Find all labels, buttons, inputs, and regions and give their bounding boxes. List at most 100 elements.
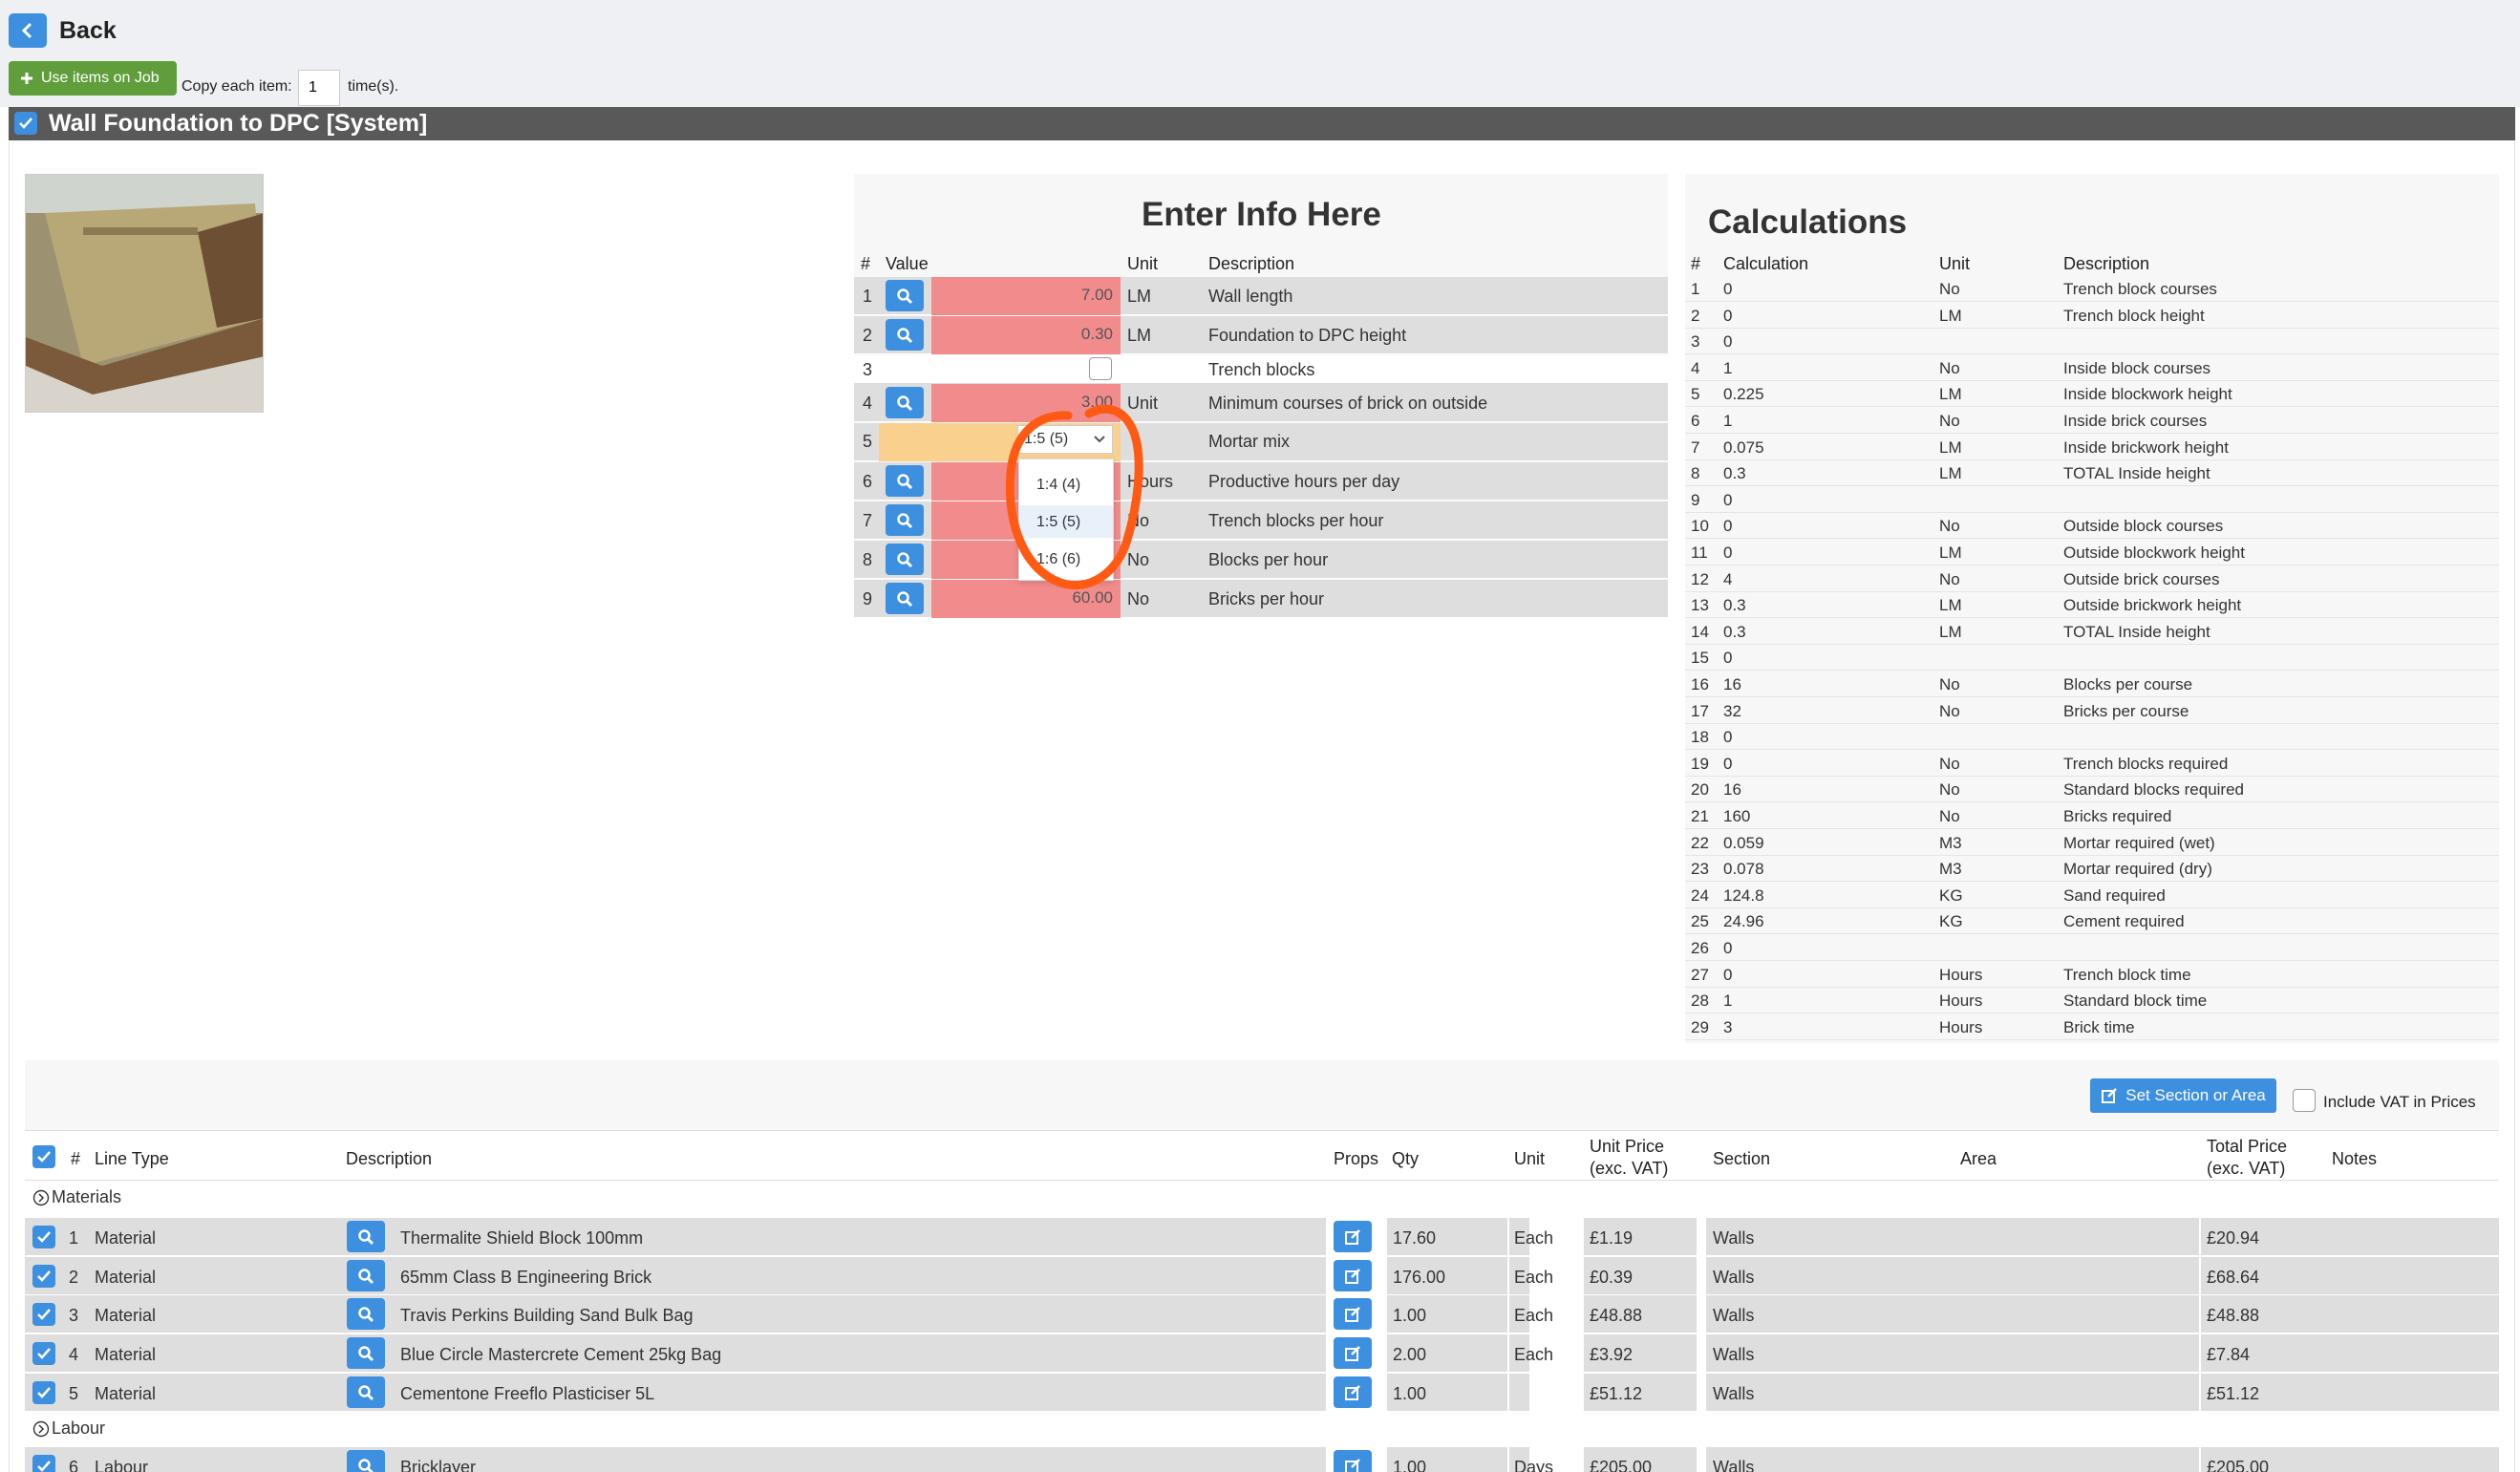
line-section[interactable]: Walls (1713, 1345, 1754, 1365)
line-total-price: £48.88 (2207, 1306, 2260, 1325)
line-checkbox[interactable] (32, 1455, 55, 1472)
line-qty[interactable]: 1.00 (1393, 1458, 1426, 1472)
line-unit-price[interactable]: £3.92 (1590, 1345, 1633, 1365)
edit-icon (1345, 1384, 1360, 1400)
line-unit-price[interactable]: £0.39 (1590, 1268, 1633, 1288)
line-description[interactable]: Thermalite Shield Block 100mm (400, 1228, 643, 1248)
info-search-button-8[interactable] (886, 544, 924, 575)
line-search-button[interactable] (347, 1260, 385, 1291)
calc-description: Standard blocks required (2063, 780, 2245, 799)
line-props-button[interactable] (1334, 1376, 1372, 1408)
row-bg-section (1706, 1374, 2210, 1411)
calc-description: Mortar required (dry) (2063, 860, 2212, 878)
line-search-button[interactable] (347, 1221, 385, 1252)
row-separator (1507, 1334, 1509, 1372)
line-section[interactable]: Walls (1713, 1306, 1754, 1326)
info-search-button-6[interactable] (886, 465, 924, 497)
line-props-button[interactable] (1334, 1298, 1372, 1330)
line-search-button[interactable] (347, 1298, 385, 1330)
row-bg-left (25, 1374, 1326, 1411)
line-description[interactable]: Bricklayer (400, 1458, 476, 1472)
calc-num: 9 (1691, 491, 1700, 509)
line-section[interactable]: Walls (1713, 1268, 1754, 1288)
labour-group-toggle[interactable]: Labour (32, 1419, 105, 1439)
info-desc-9: Bricks per hour (1208, 589, 1325, 608)
edit-icon (1345, 1268, 1360, 1284)
copy-count-input[interactable] (298, 70, 340, 106)
line-qty[interactable]: 1.00 (1393, 1306, 1426, 1326)
line-search-button[interactable] (347, 1450, 385, 1472)
row-separator (1704, 1257, 1706, 1294)
line-unit-price[interactable]: £51.12 (1590, 1384, 1642, 1404)
search-icon (358, 1345, 374, 1361)
calc-num: 29 (1691, 1018, 1709, 1036)
line-checkbox[interactable] (32, 1381, 55, 1404)
enter-info-title: Enter Info Here (1142, 196, 1381, 233)
info-search-button-9[interactable] (886, 583, 924, 614)
line-unit-price[interactable]: £205.00 (1590, 1458, 1652, 1472)
info-search-button-2[interactable] (886, 319, 924, 351)
calc-value: 160 (1723, 807, 1751, 825)
use-items-on-job-button[interactable]: Use items on Job (9, 61, 177, 96)
line-checkbox[interactable] (32, 1265, 55, 1288)
calc-value: 0 (1723, 307, 1733, 325)
line-props-button[interactable] (1334, 1450, 1372, 1472)
calc-description: Inside brickwork height (2063, 438, 2229, 457)
line-qty[interactable]: 2.00 (1393, 1345, 1426, 1365)
line-description[interactable]: Cementone Freeflo Plasticiser 5L (400, 1384, 654, 1404)
line-props-button[interactable] (1334, 1221, 1372, 1252)
calc-description: Inside blockwork height (2063, 385, 2232, 403)
trench-blocks-checkbox[interactable] (1089, 357, 1112, 380)
back-label[interactable]: Back (59, 17, 117, 45)
line-description[interactable]: Blue Circle Mastercrete Cement 25kg Bag (400, 1345, 721, 1365)
line-section[interactable]: Walls (1713, 1458, 1754, 1472)
line-checkbox[interactable] (32, 1342, 55, 1365)
calc-unit: No (1939, 570, 1960, 588)
line-unit-price[interactable]: £48.88 (1590, 1306, 1642, 1326)
line-description[interactable]: Travis Perkins Building Sand Bulk Bag (400, 1306, 693, 1326)
line-search-button[interactable] (347, 1337, 385, 1369)
calc-num: 20 (1691, 780, 1709, 799)
line-checkbox[interactable] (32, 1226, 55, 1248)
line-props-button[interactable] (1334, 1260, 1372, 1291)
line-props-button[interactable] (1334, 1337, 1372, 1369)
info-value-1[interactable]: 7.00 (931, 277, 1121, 315)
materials-group-toggle[interactable]: Materials (32, 1187, 121, 1207)
info-desc-1: Wall length (1208, 287, 1293, 306)
line-checkbox[interactable] (32, 1303, 55, 1326)
row-bg-section (1706, 1218, 2210, 1255)
include-vat-checkbox[interactable] (2293, 1089, 2316, 1112)
search-icon (358, 1458, 374, 1472)
line-section[interactable]: Walls (1713, 1384, 1754, 1404)
section-checkbox[interactable] (14, 112, 37, 135)
line-qty[interactable]: 176.00 (1393, 1268, 1445, 1288)
calc-description: Trench block courses (2063, 280, 2217, 298)
calc-num: 6 (1691, 412, 1700, 430)
calculations-title: Calculations (1708, 203, 1908, 241)
info-search-button-1[interactable] (886, 280, 924, 311)
line-description[interactable]: 65mm Class B Engineering Brick (400, 1268, 651, 1288)
lines-header-unit: Unit (1514, 1149, 1546, 1168)
calc-num: 4 (1691, 359, 1700, 377)
calc-num: 2 (1691, 307, 1700, 325)
info-search-button-7[interactable] (886, 504, 924, 536)
row-separator (1704, 1334, 1706, 1372)
calc-value: 0 (1723, 649, 1733, 667)
calc-value: 0.078 (1723, 860, 1764, 878)
calc-unit: No (1939, 755, 1960, 773)
calc-description: Cement required (2063, 912, 2185, 930)
line-qty[interactable]: 1.00 (1393, 1384, 1426, 1404)
line-section[interactable]: Walls (1713, 1228, 1754, 1248)
line-search-button[interactable] (347, 1376, 385, 1408)
info-search-button-4[interactable] (886, 387, 924, 418)
set-section-or-area-button[interactable]: Set Section or Area (2090, 1078, 2276, 1113)
line-qty[interactable]: 17.60 (1393, 1228, 1436, 1248)
calc-value: 0 (1723, 332, 1733, 351)
back-button[interactable] (9, 13, 47, 48)
line-total-price: £7.84 (2207, 1345, 2251, 1364)
info-value-2[interactable]: 0.30 (931, 316, 1121, 354)
search-icon (358, 1306, 374, 1322)
line-unit-price[interactable]: £1.19 (1590, 1228, 1633, 1248)
select-all-lines-checkbox[interactable] (32, 1145, 55, 1168)
calc-description: Outside brick courses (2063, 570, 2220, 588)
